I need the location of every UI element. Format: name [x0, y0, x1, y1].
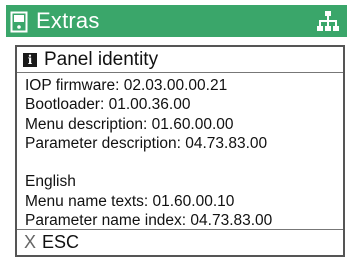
parameter-name-index-line: Parameter name index: 04.73.83.00	[25, 212, 273, 230]
info-icon: i	[23, 53, 37, 67]
panel-icon	[10, 11, 28, 33]
parameter-description-line: Parameter description: 04.73.83.00	[25, 134, 268, 152]
identity-info: IOP firmware: 02.03.00.00.21 Bootloader:…	[25, 76, 341, 230]
dialog-title: Panel identity	[44, 49, 159, 70]
dialog-header: i Panel identity	[17, 47, 343, 73]
title-bar: Extras	[6, 5, 347, 37]
bootloader-line: Bootloader: 01.00.36.00	[25, 96, 191, 114]
menu-name-texts-line: Menu name texts: 01.60.00.10	[25, 192, 235, 210]
esc-label: ESC	[42, 232, 80, 252]
close-icon: X	[24, 232, 37, 252]
esc-button[interactable]: X ESC	[17, 229, 343, 255]
menu-tree-icon[interactable]	[317, 10, 339, 32]
panel-identity-dialog: i Panel identity IOP firmware: 02.03.00.…	[15, 45, 345, 257]
menu-description-line: Menu description: 01.60.00.00	[25, 115, 234, 133]
language-line: English	[25, 173, 76, 191]
iop-firmware-line: IOP firmware: 02.03.00.00.21	[25, 77, 228, 94]
screen: Extras i Panel identity IOP firmware: 02…	[0, 0, 353, 262]
page-title: Extras	[36, 8, 100, 33]
